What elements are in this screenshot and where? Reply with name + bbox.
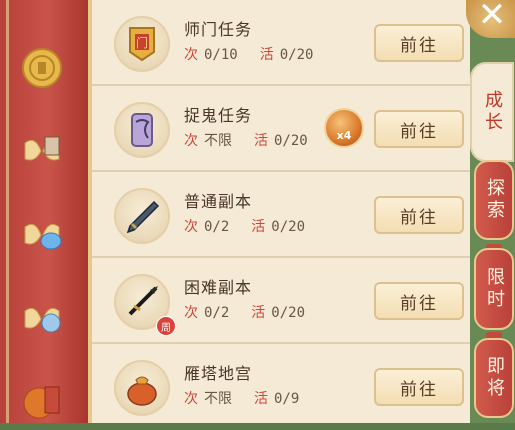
tab-limited[interactable]: 限时 — [474, 248, 514, 330]
weekly-badge: 周 — [156, 316, 176, 336]
task-row: 捉鬼任务 次不限活 0/20 x4 前往 — [92, 86, 470, 172]
go-button[interactable]: 前往 — [374, 282, 464, 320]
task-title: 困难副本 — [184, 278, 253, 297]
task-stats: 次不限活 0/20 — [184, 133, 308, 149]
task-stats: 次不限活 0/9 — [184, 391, 300, 407]
butterfly-scroll-icon[interactable] — [18, 128, 66, 176]
go-button[interactable]: 前往 — [374, 110, 464, 148]
task-count: 不限 — [204, 133, 232, 149]
task-activity: 0/20 — [279, 47, 314, 63]
task-stats: 次 0/10 活 0/20 — [184, 47, 314, 63]
butterfly-blue-gem-icon[interactable] — [18, 212, 66, 260]
tab-growth[interactable]: 成长 — [470, 62, 514, 162]
go-button[interactable]: 前往 — [374, 24, 464, 62]
task-stats: 次 0/2 活 0/20 — [184, 219, 306, 235]
treasure-chest-icon[interactable] — [18, 376, 66, 424]
svg-text:门: 门 — [136, 35, 148, 50]
task-activity: 0/20 — [271, 219, 306, 235]
go-button[interactable]: 前往 — [374, 196, 464, 234]
task-activity: 0/20 — [274, 133, 308, 149]
bonus-multiplier-badge: x4 — [324, 108, 364, 148]
close-icon: ✕ — [477, 0, 507, 35]
tab-explore[interactable]: 探索 — [474, 160, 514, 240]
task-title: 雁塔地宫 — [184, 364, 253, 383]
task-title: 师门任务 — [184, 20, 253, 39]
task-row: 门 师门任务 次 0/10 活 0/20 前往 — [92, 0, 470, 86]
treasure-bag-icon — [114, 360, 170, 416]
task-row: 普通副本 次 0/2 活 0/20 前往 — [92, 172, 470, 258]
task-row: 周 困难副本 次 0/2 活 0/20 前往 — [92, 258, 470, 344]
sidebar — [0, 0, 92, 423]
task-count: 不限 — [204, 391, 232, 407]
task-activity: 0/9 — [274, 391, 300, 407]
coin-icon[interactable] — [18, 44, 66, 92]
task-count: 0/2 — [204, 219, 230, 235]
task-panel: 门 师门任务 次 0/10 活 0/20 前往 捉鬼任务 次不限活 0/20 x4 前往… — [92, 0, 470, 423]
task-row: 雁塔地宫 次不限活 0/9 前往 — [92, 344, 470, 430]
go-button[interactable]: 前往 — [374, 368, 464, 406]
butterfly-blue-orb-icon[interactable] — [18, 296, 66, 344]
task-count: 0/2 — [204, 305, 230, 321]
tab-upcoming[interactable]: 即将 — [474, 338, 514, 418]
task-count: 0/10 — [204, 47, 238, 63]
task-activity: 0/20 — [271, 305, 306, 321]
task-title: 普通副本 — [184, 192, 253, 211]
ghost-scroll-icon — [114, 102, 170, 158]
task-title: 捉鬼任务 — [184, 106, 253, 125]
task-stats: 次 0/2 活 0/20 — [184, 305, 306, 321]
sword-icon — [114, 188, 170, 244]
banner-icon: 门 — [114, 16, 170, 72]
